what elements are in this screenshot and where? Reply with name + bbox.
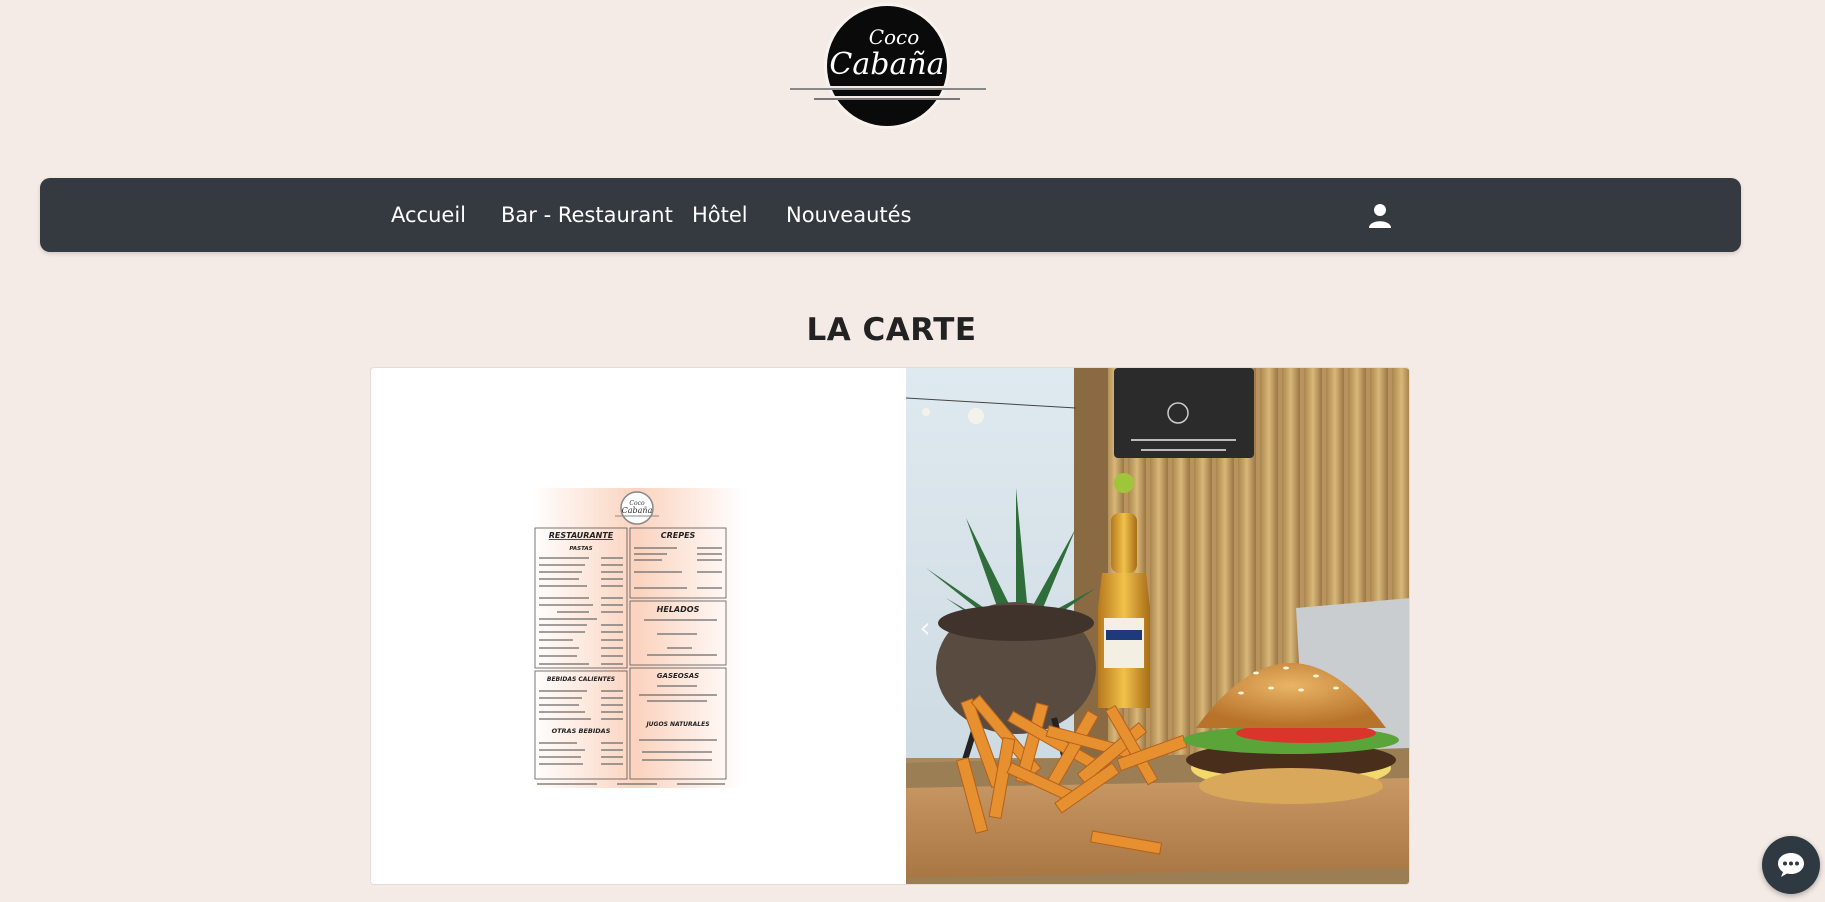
- nav-item-bar-restaurant[interactable]: Bar - Restaurant: [501, 178, 673, 252]
- menu-card-image[interactable]: Coco Cabaña RESTAURANTE PASTAS CREPES HE…: [527, 488, 747, 788]
- menu-heading-jugos-naturales: JUGOS NATURALES: [645, 721, 709, 728]
- menu-heading-bebidas-calientes: BEBIDAS CALIENTES: [547, 676, 615, 683]
- menu-heading-restaurante: RESTAURANTE: [549, 531, 614, 540]
- menu-heading-crepes: CREPES: [661, 531, 696, 540]
- brand-logo[interactable]: Coco Cabaña: [790, 0, 990, 135]
- menu-heading-gaseosas: GASEOSAS: [657, 672, 699, 680]
- menu-carousel: Coco Cabaña RESTAURANTE PASTAS CREPES HE…: [370, 367, 1410, 885]
- chat-button[interactable]: [1762, 836, 1820, 894]
- menu-heading-otras-bebidas: OTRAS BEBIDAS: [552, 727, 611, 735]
- menu-card-pane: Coco Cabaña RESTAURANTE PASTAS CREPES HE…: [371, 368, 906, 884]
- carousel-prev-button[interactable]: ‹: [913, 610, 937, 646]
- page-title: LA CARTE: [806, 312, 977, 348]
- logo-text-line1: Coco: [869, 25, 920, 49]
- menu-heading-helados: HELADOS: [657, 605, 700, 614]
- user-icon[interactable]: [1367, 202, 1393, 228]
- menu-logo-line2: Cabaña: [622, 506, 653, 515]
- nav-item-hotel[interactable]: Hôtel: [692, 178, 748, 252]
- menu-heading-pastas: PASTAS: [569, 546, 592, 552]
- chat-bubble-icon: [1778, 853, 1804, 877]
- nav-item-accueil[interactable]: Accueil: [391, 178, 466, 252]
- main-navbar: Accueil Bar - Restaurant Hôtel Nouveauté…: [40, 178, 1741, 252]
- nav-item-nouveautes[interactable]: Nouveautés: [786, 178, 912, 252]
- logo-text-line2: Cabaña: [829, 47, 944, 82]
- food-photo[interactable]: [906, 368, 1409, 884]
